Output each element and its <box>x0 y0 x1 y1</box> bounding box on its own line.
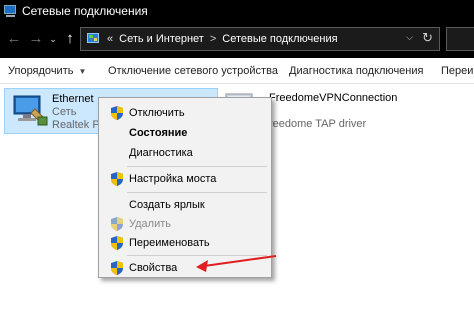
uac-shield-icon <box>111 236 123 250</box>
diagnose-connection-button[interactable]: Диагностика подключения <box>289 65 423 77</box>
address-bar[interactable]: « Сеть и Интернет > Сетевые подключения … <box>80 27 440 51</box>
title-bar: Сетевые подключения <box>0 0 474 22</box>
menu-item-label: Диагностика <box>129 147 193 159</box>
network-connections-icon <box>4 5 18 17</box>
breadcrumb-separator-icon[interactable]: > <box>210 33 216 45</box>
menu-item-label: Отключить <box>129 107 185 119</box>
address-dropdown-icon[interactable]: ⌵ <box>406 32 413 43</box>
window-title: Сетевые подключения <box>22 4 148 18</box>
adapter-status: Сеть <box>52 106 77 118</box>
breadcrumb-network-connections[interactable]: Сетевые подключения <box>222 33 337 45</box>
adapter-device: reedome TAP driver <box>269 118 367 130</box>
organize-button[interactable]: Упорядочить ▼ <box>8 65 86 77</box>
menu-item-delete[interactable]: Удалить <box>101 214 269 234</box>
menu-item-status[interactable]: Состояние <box>101 123 269 143</box>
menu-item-label: Переименовать <box>129 237 210 249</box>
menu-item-label: Состояние <box>129 127 188 139</box>
search-input[interactable] <box>446 27 474 51</box>
disable-device-button[interactable]: Отключение сетевого устройства <box>108 65 278 77</box>
menu-item-bridge[interactable]: Настройка моста <box>101 169 269 189</box>
menu-item-label: Настройка моста <box>129 173 217 185</box>
uac-shield-icon <box>111 172 123 186</box>
navigation-bar: ← → ⌄ ↑ « Сеть и Интернет > Сетевые подк… <box>0 22 474 58</box>
forward-button[interactable]: → <box>28 28 44 50</box>
uac-shield-icon <box>111 217 123 231</box>
up-button[interactable]: ↑ <box>62 28 78 50</box>
menu-item-create-shortcut[interactable]: Создать ярлык <box>101 195 269 215</box>
uac-shield-icon <box>111 261 123 275</box>
organize-label: Упорядочить <box>8 65 74 77</box>
menu-item-label: Создать ярлык <box>129 199 205 211</box>
recent-locations-button[interactable]: ⌄ <box>48 28 58 50</box>
menu-item-rename[interactable]: Переименовать <box>101 233 269 253</box>
command-bar: Упорядочить ▼ Отключение сетевого устройс… <box>0 58 474 84</box>
ethernet-adapter-icon <box>13 95 48 126</box>
adapter-name: Ethernet <box>52 93 94 105</box>
address-overflow-chevron[interactable]: « <box>107 33 113 45</box>
back-button[interactable]: ← <box>6 28 22 50</box>
menu-separator <box>127 166 267 167</box>
menu-separator <box>127 192 267 193</box>
refresh-icon[interactable]: ↻ <box>422 30 433 46</box>
menu-item-label: Свойства <box>129 262 178 274</box>
rename-connection-button[interactable]: Переим <box>441 65 474 77</box>
red-arrow-icon <box>196 255 277 272</box>
context-menu: Отключить Состояние Диагностика Настройк… <box>98 97 272 278</box>
menu-item-diagnostics[interactable]: Диагностика <box>101 143 269 163</box>
uac-shield-icon <box>111 106 123 120</box>
chevron-down-icon: ▼ <box>78 67 87 76</box>
control-panel-icon <box>87 33 101 45</box>
adapter-name: FreedomeVPNConnection <box>269 92 398 104</box>
menu-item-disable[interactable]: Отключить <box>101 103 269 123</box>
menu-item-label: Удалить <box>129 218 171 230</box>
breadcrumb-network-internet[interactable]: Сеть и Интернет <box>119 33 204 45</box>
